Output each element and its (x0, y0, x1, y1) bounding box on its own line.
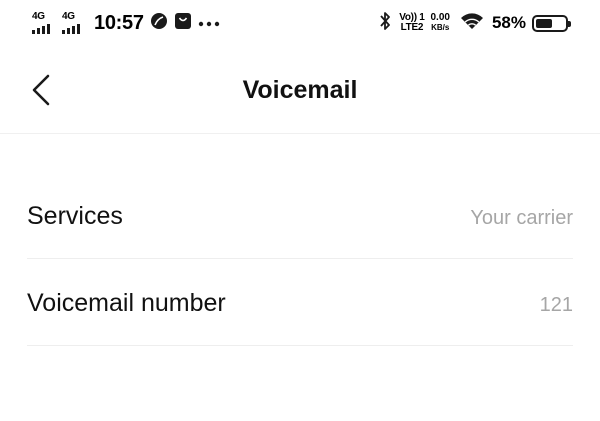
network-speed: 0.00 KB/s (431, 13, 450, 33)
status-bar: 4G 4G 10:57 Vo)) 1 LTE2 0.00 KB/s 58% (0, 0, 600, 46)
settings-item-voicemail-number[interactable]: Voicemail number 121 (27, 259, 573, 346)
status-bar-left: 4G 4G 10:57 (32, 11, 220, 35)
sim1-signal: 4G (32, 12, 58, 34)
volte-bottom-label: LTE2 (400, 22, 424, 33)
bag-icon (174, 12, 192, 35)
sim2-signal: 4G (62, 12, 88, 34)
battery-level-fill (536, 18, 552, 28)
clock: 10:57 (94, 12, 144, 34)
services-label: Services (27, 202, 123, 230)
sim1-network-label: 4G (32, 11, 45, 22)
settings-list: Services Your carrier Voicemail number 1… (0, 172, 600, 346)
volte-indicator: Vo)) 1 LTE2 (399, 13, 425, 33)
services-value: Your carrier (470, 207, 573, 229)
bluetooth-icon (379, 11, 391, 36)
wifi-icon (460, 12, 484, 35)
signal-bars-icon (62, 24, 80, 34)
voicemail-settings-screen: 4G 4G 10:57 Vo)) 1 LTE2 0.00 KB/s 58% Vo… (0, 0, 600, 421)
battery-percent: 58% (491, 13, 526, 32)
app-header: Voicemail (0, 46, 600, 134)
settings-item-services[interactable]: Services Your carrier (27, 172, 573, 259)
signal-bars-icon (32, 24, 50, 34)
speed-unit: KB/s (431, 23, 450, 32)
page-title: Voicemail (242, 76, 358, 104)
battery-icon (532, 14, 571, 32)
leaf-icon (150, 12, 168, 35)
voicemail-number-value: 121 (539, 294, 573, 316)
more-dots-icon (198, 14, 220, 32)
status-bar-right: Vo)) 1 LTE2 0.00 KB/s 58% (379, 11, 571, 36)
speed-value: 0.00 (430, 12, 450, 23)
sim2-network-label: 4G (62, 11, 75, 22)
voicemail-number-label: Voicemail number (27, 289, 226, 317)
